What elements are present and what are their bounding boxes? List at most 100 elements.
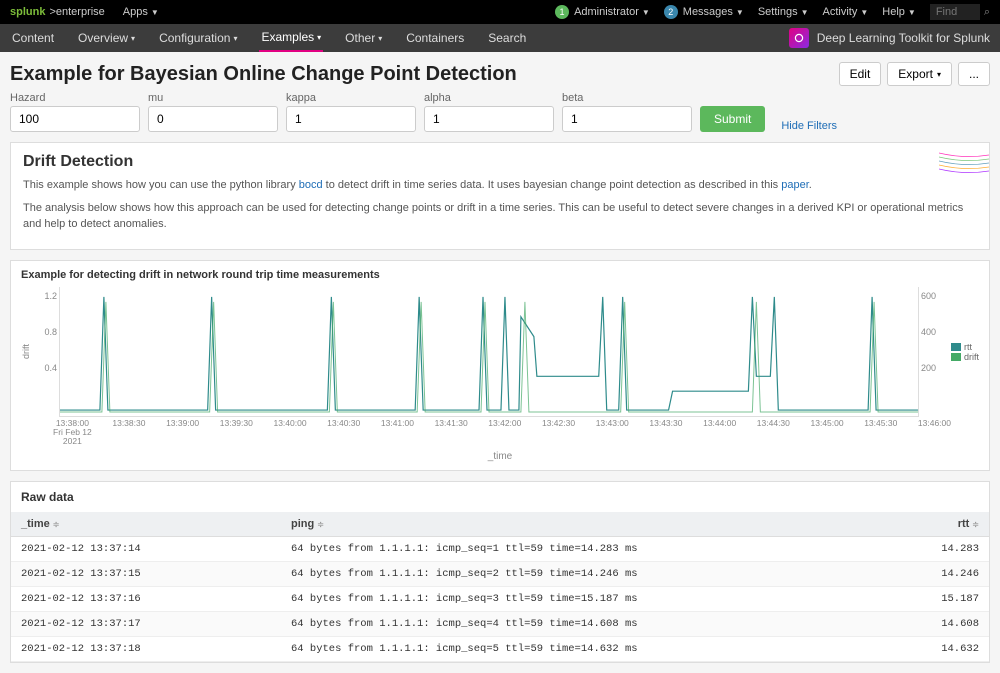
x-tick: 13:41:30 [435, 419, 468, 447]
edit-button[interactable]: Edit [839, 62, 882, 86]
chart-legend: rtt drift [951, 342, 979, 362]
cell-rtt: 15.187 [909, 586, 989, 611]
page-header: Example for Bayesian Online Change Point… [0, 52, 1000, 92]
sort-icon: ≑ [972, 520, 979, 529]
table-row[interactable]: 2021-02-12 13:37:1664 bytes from 1.1.1.1… [11, 586, 989, 611]
filter-alpha: alpha [424, 92, 554, 132]
nav-examples[interactable]: Examples▾ [259, 24, 323, 52]
x-tick: 13:39:00 [166, 419, 199, 447]
activity-menu[interactable]: Activity▼ [823, 6, 869, 18]
brand-sub: >enterprise [49, 6, 104, 18]
apps-menu[interactable]: Apps▼ [123, 6, 159, 18]
legend-label: drift [964, 352, 979, 362]
col-time-header[interactable]: _time≑ [11, 512, 281, 537]
x-tick: 13:40:00 [273, 419, 306, 447]
filter-beta: beta [562, 92, 692, 132]
caret-down-icon: ▾ [378, 34, 382, 43]
x-tick: 13:41:00 [381, 419, 414, 447]
caret-down-icon: ▾ [317, 33, 321, 42]
x-tick: 13:40:30 [327, 419, 360, 447]
more-button[interactable]: ... [958, 62, 990, 86]
chart-plot-area[interactable] [59, 287, 919, 417]
chart-title: Example for detecting drift in network r… [21, 269, 979, 281]
x-tick: 13:45:30 [864, 419, 897, 447]
legend-label: rtt [964, 342, 972, 352]
nav-content[interactable]: Content [10, 25, 56, 51]
nav-configuration[interactable]: Configuration▾ [157, 25, 239, 51]
filter-label: alpha [424, 92, 554, 104]
nav-search[interactable]: Search [486, 25, 528, 51]
export-button[interactable]: Export▾ [887, 62, 952, 86]
x-axis: 13:38:00 Fri Feb 12 2021 13:38:30 13:39:… [53, 419, 951, 447]
cell-rtt: 14.246 [909, 561, 989, 586]
x-tick: 13:39:30 [220, 419, 253, 447]
table-row[interactable]: 2021-02-12 13:37:1864 bytes from 1.1.1.1… [11, 636, 989, 661]
x-tick: 13:42:00 [488, 419, 521, 447]
help-menu[interactable]: Help▼ [882, 6, 916, 18]
table-row[interactable]: 2021-02-12 13:37:1764 bytes from 1.1.1.1… [11, 611, 989, 636]
cell-ping: 64 bytes from 1.1.1.1: icmp_seq=4 ttl=59… [281, 611, 909, 636]
hazard-input[interactable] [10, 106, 140, 132]
nav-overview[interactable]: Overview▾ [76, 25, 137, 51]
table-title: Raw data [11, 482, 989, 512]
cell-ping: 64 bytes from 1.1.1.1: icmp_seq=3 ttl=59… [281, 586, 909, 611]
messages-menu[interactable]: 2Messages▼ [664, 5, 744, 19]
caret-down-icon: ▾ [131, 34, 135, 43]
filter-mu: mu [148, 92, 278, 132]
find-input[interactable] [930, 4, 980, 20]
y-axis-left: 1.2 0.8 0.4 [33, 287, 59, 417]
brand-logo: splunk [10, 6, 45, 18]
beta-input[interactable] [562, 106, 692, 132]
caret-down-icon: ▼ [642, 8, 650, 17]
app-title: Deep Learning Toolkit for Splunk [789, 28, 990, 48]
x-tick: 13:38:30 [112, 419, 145, 447]
nav-other[interactable]: Other▾ [343, 25, 384, 51]
x-tick: 13:44:00 [703, 419, 736, 447]
cell-ping: 64 bytes from 1.1.1.1: icmp_seq=5 ttl=59… [281, 636, 909, 661]
x-tick: 13:42:30 [542, 419, 575, 447]
col-ping-header[interactable]: ping≑ [281, 512, 909, 537]
submit-button[interactable]: Submit [700, 106, 765, 132]
x-tick: 13:43:00 [596, 419, 629, 447]
legend-swatch-drift [951, 353, 961, 361]
cell-time: 2021-02-12 13:37:17 [11, 611, 281, 636]
x-tick: 13:46:00 [918, 419, 951, 447]
x-axis-title: _time [21, 451, 979, 462]
filter-label: kappa [286, 92, 416, 104]
drift-detection-panel: Drift Detection This example shows how y… [10, 142, 990, 250]
raw-data-table: _time≑ ping≑ rtt≑ 2021-02-12 13:37:1464 … [11, 512, 989, 662]
y-tick: 400 [921, 327, 936, 337]
alpha-input[interactable] [424, 106, 554, 132]
filter-hazard: Hazard [10, 92, 140, 132]
y-tick: 0.8 [44, 327, 57, 337]
administrator-menu[interactable]: 1Administrator▼ [555, 5, 650, 19]
panel-paragraph-2: The analysis below shows how this approa… [23, 200, 977, 233]
panel-paragraph-1: This example shows how you can use the p… [23, 177, 977, 194]
mu-input[interactable] [148, 106, 278, 132]
caret-down-icon: ▼ [736, 8, 744, 17]
messages-badge: 2 [664, 5, 678, 19]
nav-containers[interactable]: Containers [404, 25, 466, 51]
cell-time: 2021-02-12 13:37:16 [11, 586, 281, 611]
cell-rtt: 14.608 [909, 611, 989, 636]
page-title: Example for Bayesian Online Change Point… [10, 63, 833, 86]
settings-menu[interactable]: Settings▼ [758, 6, 809, 18]
caret-down-icon: ▾ [233, 34, 237, 43]
bocd-link[interactable]: bocd [299, 179, 323, 191]
filter-label: mu [148, 92, 278, 104]
admin-badge: 1 [555, 5, 569, 19]
y-tick: 1.2 [44, 291, 57, 301]
table-row[interactable]: 2021-02-12 13:37:1564 bytes from 1.1.1.1… [11, 561, 989, 586]
search-icon[interactable]: ⌕ [984, 6, 990, 19]
paper-link[interactable]: paper [781, 179, 809, 191]
table-row[interactable]: 2021-02-12 13:37:1464 bytes from 1.1.1.1… [11, 536, 989, 561]
y-tick: 200 [921, 363, 936, 373]
kappa-input[interactable] [286, 106, 416, 132]
sort-icon: ≑ [317, 520, 324, 529]
cell-time: 2021-02-12 13:37:18 [11, 636, 281, 661]
chart-panel: Example for detecting drift in network r… [10, 260, 990, 471]
caret-down-icon: ▾ [937, 70, 941, 79]
hide-filters-link[interactable]: Hide Filters [781, 120, 837, 132]
caret-down-icon: ▼ [151, 8, 159, 17]
col-rtt-header[interactable]: rtt≑ [909, 512, 989, 537]
